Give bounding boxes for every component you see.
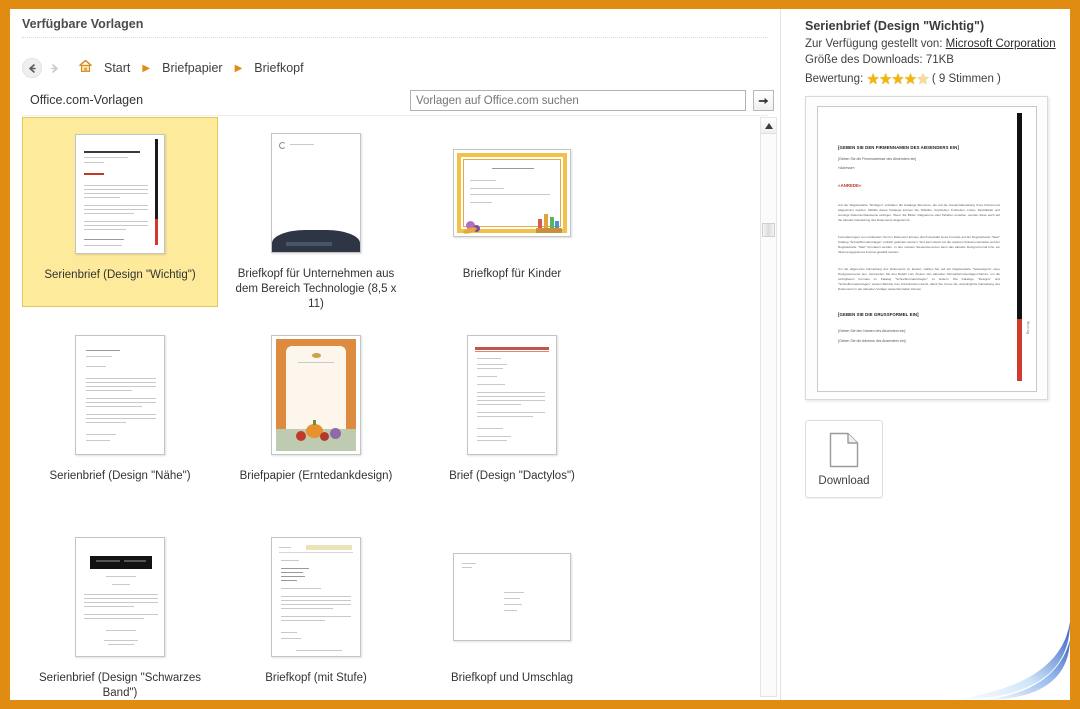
template-label: Serienbrief (Design "Wichtig") bbox=[44, 269, 196, 281]
details-pane: Serienbrief (Design "Wichtig") Zur Verfü… bbox=[781, 9, 1070, 700]
thumb-naehe bbox=[75, 335, 165, 455]
preview-sender-address: [Geben Sie die Adresse des Absenders ein… bbox=[838, 339, 906, 343]
document-icon bbox=[829, 432, 859, 467]
preview-paragraph-3: Um die allgemeine Darstellung des Dokume… bbox=[838, 267, 1000, 291]
search-input[interactable] bbox=[410, 90, 746, 111]
thumb-dactylos bbox=[467, 335, 557, 455]
preview-subline-1: [Geben Sie die Firmenadresse des Absende… bbox=[838, 157, 917, 161]
rating-stars[interactable]: ★★★★★ bbox=[866, 70, 929, 88]
triangle-up-icon bbox=[764, 122, 773, 129]
preview-closing: [GEBEN SIE DIE GRUSSFORMEL EIN] bbox=[838, 312, 919, 317]
template-thumbnail bbox=[23, 124, 217, 264]
template-card-naehe[interactable]: Serienbrief (Design "Nähe") bbox=[22, 319, 218, 509]
download-label: Download bbox=[818, 474, 870, 487]
page-title: Verfügbare Vorlagen bbox=[22, 17, 144, 31]
breadcrumb-item-start[interactable]: Start bbox=[101, 60, 133, 76]
template-thumbnail bbox=[22, 527, 218, 667]
window-content: Verfügbare Vorlagen Start ▶ Briefpapier … bbox=[10, 9, 1070, 700]
detail-title: Serienbrief (Design "Wichtig") bbox=[805, 19, 985, 33]
preview-subline-2: »Adresse« bbox=[838, 166, 855, 170]
star-icon: ★ bbox=[916, 71, 929, 88]
template-card-dactylos[interactable]: Brief (Design "Dactylos") bbox=[414, 319, 610, 509]
detail-size-row: Größe des Downloads: 71KB bbox=[805, 54, 1060, 66]
detail-size-label: Größe des Downloads: bbox=[805, 54, 923, 66]
template-card-schwarzes-band[interactable]: Serienbrief (Design "Schwarzes Band") bbox=[22, 521, 218, 700]
thumb-kinder bbox=[453, 149, 571, 237]
template-label: Briefkopf und Umschlag bbox=[450, 672, 574, 684]
preview-salutation: »ANREDE« bbox=[838, 183, 862, 188]
thumb-serienbrief-wichtig bbox=[75, 134, 165, 254]
detail-rating-votes: ( 9 Stimmen ) bbox=[931, 73, 1001, 85]
detail-provider-label: Zur Verfügung gestellt von: bbox=[805, 38, 943, 50]
preview-page: Wichtig [GEBEN SIE DEN FIRMENNAMEN DES A… bbox=[817, 106, 1037, 392]
template-card-serienbrief-wichtig[interactable]: Serienbrief (Design "Wichtig") bbox=[22, 117, 218, 307]
template-card-kinder[interactable]: Briefkopf für Kinder bbox=[414, 117, 610, 307]
preview-black-bar bbox=[1017, 113, 1022, 319]
office-source-label: Office.com-Vorlagen bbox=[30, 93, 144, 107]
template-label: Briefkopf (mit Stufe) bbox=[265, 672, 367, 684]
template-thumbnail bbox=[414, 123, 610, 263]
template-label: Brief (Design "Dactylos") bbox=[449, 470, 575, 482]
office-source-row: Office.com-Vorlagen bbox=[22, 87, 774, 115]
preview-red-bar bbox=[1017, 319, 1022, 381]
template-thumbnail bbox=[218, 123, 414, 263]
template-preview[interactable]: Wichtig [GEBEN SIE DEN FIRMENNAMEN DES A… bbox=[805, 96, 1048, 400]
template-thumbnail bbox=[22, 325, 218, 465]
thumb-umschlag bbox=[453, 553, 571, 641]
template-thumbnail bbox=[218, 527, 414, 667]
preview-paragraph-2: Formatierungen von markiertem Text im Do… bbox=[838, 235, 1000, 254]
template-card-umschlag[interactable]: Briefkopf und Umschlag bbox=[414, 521, 610, 700]
template-thumbnail bbox=[414, 325, 610, 465]
scroll-up-button[interactable] bbox=[761, 118, 776, 134]
template-thumbnail bbox=[414, 527, 610, 667]
preview-sender-name: [Geben Sie den Namen des Absenders ein] bbox=[838, 329, 906, 333]
star-icon: ★ bbox=[903, 71, 917, 88]
preview-paragraph-1: Auf der Registerkarte "Einfügen" enthalt… bbox=[838, 203, 1000, 222]
star-icon: ★ bbox=[878, 71, 892, 88]
preview-heading: [GEBEN SIE DEN FIRMENNAMEN DES ABSENDERS… bbox=[838, 145, 959, 150]
breadcrumb-item-briefpapier[interactable]: Briefpapier bbox=[159, 60, 225, 76]
detail-provider-row: Zur Verfügung gestellt von: Microsoft Co… bbox=[805, 38, 1060, 50]
template-grid: Serienbrief (Design "Wichtig") Briefkopf… bbox=[22, 117, 758, 700]
scrollbar-thumb[interactable] bbox=[762, 223, 775, 237]
template-thumbnail bbox=[218, 325, 414, 465]
template-card-mit-stufe[interactable]: Briefkopf (mit Stufe) bbox=[218, 521, 414, 700]
template-card-technologie[interactable]: Briefkopf für Unternehmen aus dem Bereic… bbox=[218, 117, 414, 310]
star-icon: ★ bbox=[866, 71, 879, 88]
preview-side-text: Wichtig bbox=[1026, 321, 1030, 335]
template-label: Briefkopf für Unternehmen aus dem Bereic… bbox=[235, 268, 397, 310]
arrow-right-icon bbox=[758, 97, 768, 104]
detail-rating-label: Bewertung: bbox=[805, 73, 864, 85]
templates-pane: Verfügbare Vorlagen Start ▶ Briefpapier … bbox=[10, 9, 780, 700]
breadcrumb: Start ▶ Briefpapier ▶ Briefkopf bbox=[22, 53, 768, 83]
thumb-technologie bbox=[271, 133, 361, 253]
template-label: Serienbrief (Design "Schwarzes Band") bbox=[39, 672, 201, 699]
thumb-mit-stufe bbox=[271, 537, 361, 657]
download-button[interactable]: Download bbox=[805, 420, 883, 498]
chevron-right-icon: ▶ bbox=[234, 62, 243, 74]
template-label: Briefpapier (Erntedankdesign) bbox=[239, 470, 393, 482]
title-divider bbox=[22, 37, 768, 38]
grid-scrollbar[interactable] bbox=[760, 117, 777, 697]
star-icon: ★ bbox=[891, 71, 904, 88]
detail-rating-row: Bewertung: ★★★★★ ( 9 Stimmen ) bbox=[805, 70, 1060, 88]
thumb-schwarzes-band bbox=[75, 537, 165, 657]
template-card-erntedank[interactable]: Briefpapier (Erntedankdesign) bbox=[218, 319, 414, 509]
thumb-erntedank bbox=[271, 335, 361, 455]
arrow-left-icon[interactable] bbox=[22, 58, 42, 78]
chevron-right-icon: ▶ bbox=[142, 62, 151, 74]
search-go-button[interactable] bbox=[753, 90, 774, 111]
window-frame: Verfügbare Vorlagen Start ▶ Briefpapier … bbox=[0, 0, 1080, 709]
breadcrumb-item-briefkopf[interactable]: Briefkopf bbox=[251, 60, 306, 76]
template-label: Serienbrief (Design "Nähe") bbox=[49, 470, 191, 482]
template-label: Briefkopf für Kinder bbox=[462, 268, 562, 280]
detail-size-value: 71KB bbox=[925, 54, 954, 66]
source-row-divider bbox=[22, 115, 768, 116]
arrow-right-icon[interactable] bbox=[44, 58, 64, 78]
detail-provider-link[interactable]: Microsoft Corporation bbox=[946, 38, 1056, 50]
home-icon[interactable] bbox=[78, 59, 93, 78]
